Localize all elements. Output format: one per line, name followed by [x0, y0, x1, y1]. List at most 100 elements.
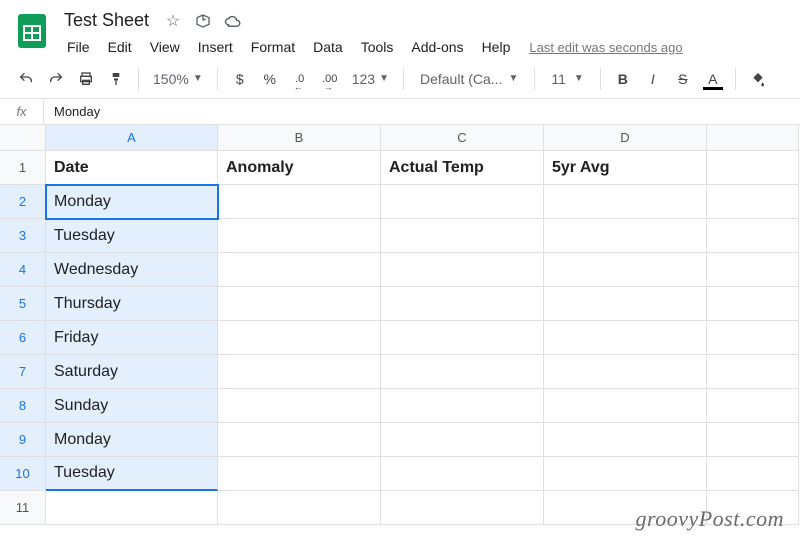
cell-b4[interactable] [218, 253, 381, 287]
cell-a3[interactable]: Tuesday [46, 219, 218, 253]
bold-button[interactable]: B [609, 65, 637, 93]
menu-file[interactable]: File [60, 35, 97, 59]
cell-e1[interactable] [707, 151, 799, 185]
cell-b5[interactable] [218, 287, 381, 321]
cell-c9[interactable] [381, 423, 544, 457]
cell-c3[interactable] [381, 219, 544, 253]
row-header-1[interactable]: 1 [0, 151, 46, 185]
cell-c6[interactable] [381, 321, 544, 355]
menu-view[interactable]: View [143, 35, 187, 59]
fill-color-button[interactable] [744, 65, 772, 93]
cell-b11[interactable] [218, 491, 381, 525]
column-header-e[interactable] [707, 125, 799, 151]
cell-d2[interactable] [544, 185, 707, 219]
print-button[interactable] [72, 65, 100, 93]
cell-b6[interactable] [218, 321, 381, 355]
row-header-7[interactable]: 7 [0, 355, 46, 389]
cell-a1[interactable]: Date [46, 151, 218, 185]
star-icon[interactable]: ☆ [163, 11, 183, 31]
cell-d8[interactable] [544, 389, 707, 423]
cell-b10[interactable] [218, 457, 381, 491]
cell-d6[interactable] [544, 321, 707, 355]
cell-d1[interactable]: 5yr Avg [544, 151, 707, 185]
cell-b2[interactable] [218, 185, 381, 219]
cell-a7[interactable]: Saturday [46, 355, 218, 389]
cell-c11[interactable] [381, 491, 544, 525]
cell-b9[interactable] [218, 423, 381, 457]
column-header-c[interactable]: C [381, 125, 544, 151]
cell-d5[interactable] [544, 287, 707, 321]
increase-decimal-button[interactable]: .00→ [316, 65, 344, 93]
text-color-button[interactable]: A [699, 65, 727, 93]
row-header-2[interactable]: 2 [0, 185, 46, 219]
cell-c4[interactable] [381, 253, 544, 287]
cell-a4[interactable]: Wednesday [46, 253, 218, 287]
menu-insert[interactable]: Insert [191, 35, 240, 59]
row-header-5[interactable]: 5 [0, 287, 46, 321]
cell-e7[interactable] [707, 355, 799, 389]
cell-d7[interactable] [544, 355, 707, 389]
column-header-d[interactable]: D [544, 125, 707, 151]
strikethrough-button[interactable]: S [669, 65, 697, 93]
cell-e8[interactable] [707, 389, 799, 423]
cell-c2[interactable] [381, 185, 544, 219]
undo-button[interactable] [12, 65, 40, 93]
decrease-decimal-button[interactable]: .0← [286, 65, 314, 93]
italic-button[interactable]: I [639, 65, 667, 93]
menu-edit[interactable]: Edit [101, 35, 139, 59]
cell-c10[interactable] [381, 457, 544, 491]
move-icon[interactable] [193, 11, 213, 31]
more-formats-button[interactable]: 123▼ [346, 71, 395, 87]
zoom-select[interactable]: 150%▼ [147, 71, 209, 87]
cell-e2[interactable] [707, 185, 799, 219]
cell-e5[interactable] [707, 287, 799, 321]
menu-data[interactable]: Data [306, 35, 350, 59]
cell-a2[interactable]: Monday [46, 185, 218, 219]
cell-e10[interactable] [707, 457, 799, 491]
menu-tools[interactable]: Tools [354, 35, 401, 59]
row-header-6[interactable]: 6 [0, 321, 46, 355]
column-header-a[interactable]: A [46, 125, 218, 151]
cell-e4[interactable] [707, 253, 799, 287]
cell-b8[interactable] [218, 389, 381, 423]
cell-d4[interactable] [544, 253, 707, 287]
cell-e9[interactable] [707, 423, 799, 457]
document-title[interactable]: Test Sheet [60, 8, 153, 33]
cell-a9[interactable]: Monday [46, 423, 218, 457]
cloud-status-icon[interactable] [223, 11, 243, 31]
cell-a6[interactable]: Friday [46, 321, 218, 355]
cell-a8[interactable]: Sunday [46, 389, 218, 423]
cell-b3[interactable] [218, 219, 381, 253]
cell-d9[interactable] [544, 423, 707, 457]
row-header-10[interactable]: 10 [0, 457, 46, 491]
menu-format[interactable]: Format [244, 35, 302, 59]
menu-addons[interactable]: Add-ons [404, 35, 470, 59]
cell-d10[interactable] [544, 457, 707, 491]
cell-d3[interactable] [544, 219, 707, 253]
row-header-3[interactable]: 3 [0, 219, 46, 253]
column-header-b[interactable]: B [218, 125, 381, 151]
formula-input[interactable]: Monday [44, 104, 100, 119]
cell-b7[interactable] [218, 355, 381, 389]
font-size-select[interactable]: 11▼ [543, 71, 591, 87]
cell-c8[interactable] [381, 389, 544, 423]
font-family-select[interactable]: Default (Ca...▼ [412, 71, 526, 87]
row-header-11[interactable]: 11 [0, 491, 46, 525]
cell-e3[interactable] [707, 219, 799, 253]
cell-e6[interactable] [707, 321, 799, 355]
row-header-8[interactable]: 8 [0, 389, 46, 423]
cell-a11[interactable] [46, 491, 218, 525]
menu-help[interactable]: Help [475, 35, 518, 59]
paint-format-button[interactable] [102, 65, 130, 93]
cell-b1[interactable]: Anomaly [218, 151, 381, 185]
row-header-4[interactable]: 4 [0, 253, 46, 287]
redo-button[interactable] [42, 65, 70, 93]
format-percent-button[interactable]: % [256, 65, 284, 93]
cell-c1[interactable]: Actual Temp [381, 151, 544, 185]
format-currency-button[interactable]: $ [226, 65, 254, 93]
row-header-9[interactable]: 9 [0, 423, 46, 457]
last-edit-link[interactable]: Last edit was seconds ago [529, 40, 682, 55]
cell-c5[interactable] [381, 287, 544, 321]
select-all-corner[interactable] [0, 125, 46, 151]
cell-a10[interactable]: Tuesday [46, 457, 218, 491]
